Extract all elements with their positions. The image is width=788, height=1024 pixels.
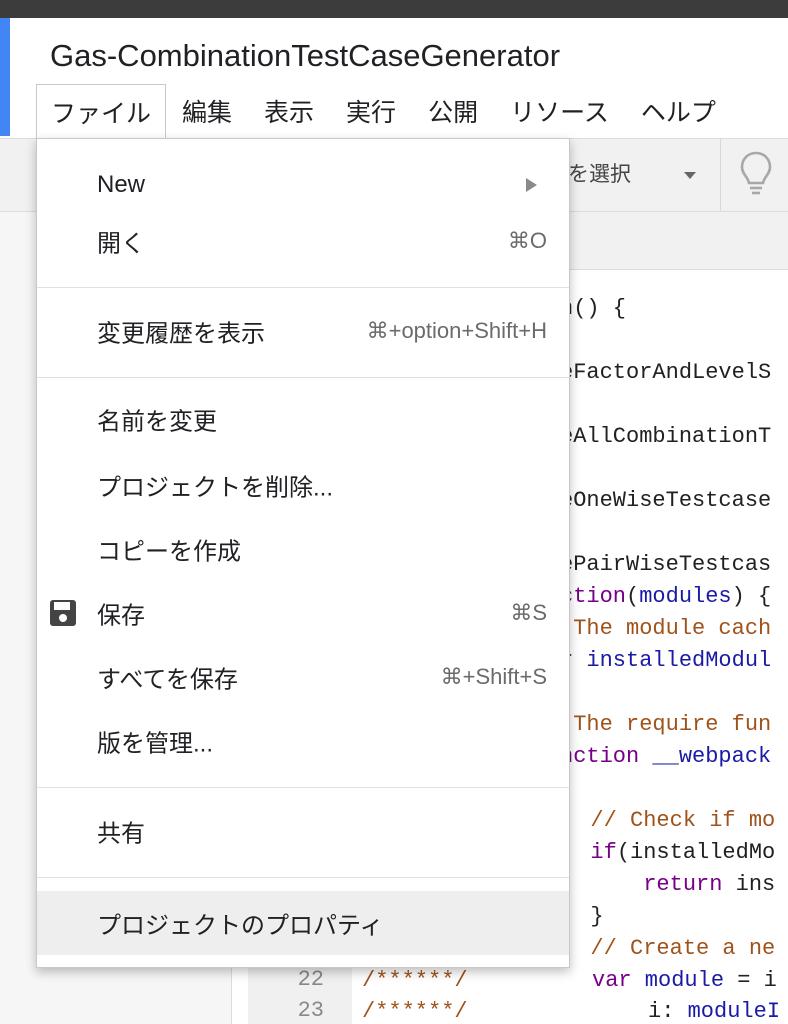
code-line: if(installedMo bbox=[564, 840, 776, 865]
menu-item-label: 変更履歴を表示 bbox=[97, 320, 265, 348]
code-line: /******/ bbox=[362, 968, 468, 993]
code-line: return ins bbox=[564, 872, 776, 897]
code-line: /******/ bbox=[362, 999, 468, 1024]
menu-item-label: コピーを作成 bbox=[97, 538, 241, 566]
menu-publish[interactable]: 公開 bbox=[412, 84, 494, 138]
code-line: // Check if mo bbox=[564, 808, 776, 833]
menu-item-delete-project[interactable]: プロジェクトを削除... bbox=[37, 455, 569, 515]
menu-bar: ファイル 編集 表示 実行 公開 リソース ヘルプ bbox=[36, 84, 732, 138]
menu-item-shortcut: ⌘+Shift+S bbox=[440, 664, 547, 689]
project-title[interactable]: Gas-CombinationTestCaseGenerator bbox=[50, 38, 560, 74]
code-line: ePairWiseTestcas bbox=[560, 552, 772, 577]
code-line: nction __webpack bbox=[560, 744, 772, 769]
code-line: r installedModul bbox=[560, 648, 772, 673]
code-line: The require fun bbox=[560, 712, 772, 737]
menu-item-history[interactable]: 変更履歴を表示 ⌘+option+Shift+H bbox=[37, 301, 569, 361]
menu-item-share[interactable]: 共有 bbox=[37, 801, 569, 861]
line-number: 23 bbox=[297, 998, 324, 1023]
code-line: The module cach bbox=[560, 616, 772, 641]
menu-divider bbox=[37, 877, 569, 878]
menu-item-save[interactable]: 保存 ⌘S bbox=[37, 583, 569, 643]
menu-divider bbox=[37, 787, 569, 788]
code-line: var module = i bbox=[592, 968, 777, 993]
chevron-down-icon[interactable] bbox=[684, 172, 696, 179]
menu-item-shortcut: ⌘S bbox=[510, 600, 547, 625]
menu-item-rename[interactable]: 名前を変更 bbox=[37, 389, 569, 449]
menu-item-new[interactable]: New bbox=[37, 155, 569, 215]
menu-item-open[interactable]: 開く ⌘O bbox=[37, 211, 569, 271]
menu-edit[interactable]: 編集 bbox=[166, 84, 248, 138]
menu-resources[interactable]: リソース bbox=[494, 84, 625, 138]
lightbulb-icon[interactable] bbox=[738, 150, 774, 198]
menu-item-shortcut: ⌘O bbox=[507, 228, 547, 253]
code-line: ction(modules) { bbox=[560, 584, 772, 609]
code-line: // Create a ne bbox=[564, 936, 776, 961]
menu-item-label: 共有 bbox=[97, 820, 145, 848]
save-icon bbox=[50, 600, 76, 626]
menu-help[interactable]: ヘルプ bbox=[625, 84, 732, 138]
menu-view[interactable]: 表示 bbox=[248, 84, 330, 138]
window-top-bar bbox=[0, 0, 788, 18]
menu-item-make-copy[interactable]: コピーを作成 bbox=[37, 519, 569, 579]
chevron-right-icon bbox=[526, 178, 537, 192]
app-logo-accent bbox=[0, 18, 10, 136]
function-select[interactable]: を選択 bbox=[568, 158, 631, 188]
menu-file[interactable]: ファイル bbox=[36, 84, 167, 138]
code-line: eFactorAndLevelS bbox=[560, 360, 772, 385]
code-line: eAllCombinationT bbox=[560, 424, 772, 449]
code-line: eOneWiseTestcase bbox=[560, 488, 772, 513]
menu-item-label: 版を管理... bbox=[97, 730, 214, 758]
menu-item-label: プロジェクトのプロパティ bbox=[97, 912, 384, 940]
code-line: i: moduleI bbox=[648, 999, 781, 1024]
menu-item-project-properties[interactable]: プロジェクトのプロパティ bbox=[37, 891, 569, 955]
menu-item-save-all[interactable]: すべてを保存 ⌘+Shift+S bbox=[37, 647, 569, 707]
menu-item-label: すべてを保存 bbox=[97, 666, 238, 694]
file-menu-dropdown: New 開く ⌘O 変更履歴を表示 ⌘+option+Shift+H 名前を変更… bbox=[36, 138, 570, 968]
menu-item-label: New bbox=[97, 171, 146, 198]
menu-divider bbox=[37, 287, 569, 288]
line-number: 22 bbox=[297, 967, 324, 992]
menu-item-shortcut: ⌘+option+Shift+H bbox=[366, 318, 547, 343]
menu-item-label: 名前を変更 bbox=[97, 408, 217, 436]
menu-item-label: 開く bbox=[97, 230, 145, 258]
menu-run[interactable]: 実行 bbox=[330, 84, 412, 138]
menu-item-manage-versions[interactable]: 版を管理... bbox=[37, 711, 569, 771]
toolbar-separator bbox=[720, 139, 721, 211]
menu-divider bbox=[37, 377, 569, 378]
menu-item-label: プロジェクトを削除... bbox=[97, 474, 334, 502]
menu-item-label: 保存 bbox=[97, 602, 145, 630]
